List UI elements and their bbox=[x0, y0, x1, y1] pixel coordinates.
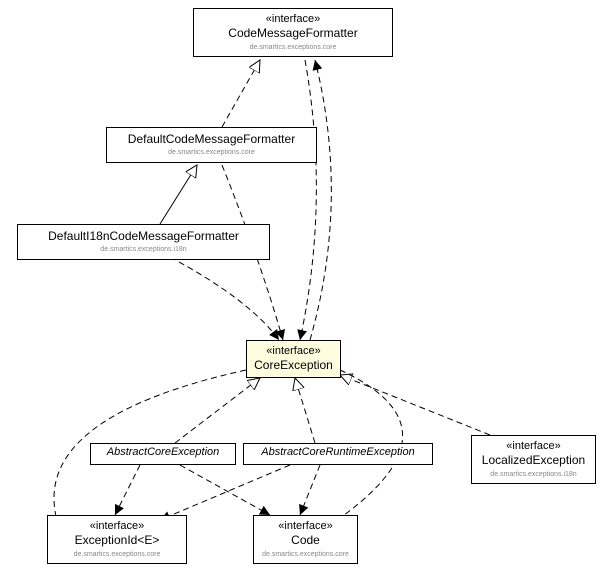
class-codemessageformatter[interactable]: «interface» CodeMessageFormatter de.smar… bbox=[193, 8, 393, 57]
class-name: CoreException bbox=[253, 358, 334, 372]
class-coreexception[interactable]: «interface» CoreException bbox=[246, 340, 341, 378]
class-name: ExceptionId<E> bbox=[54, 533, 180, 547]
package-name: de.smartics.exceptions.i18n bbox=[478, 471, 589, 479]
class-code[interactable]: «interface» Code de.smartics.exceptions.… bbox=[253, 515, 358, 564]
package-name: de.smartics.exceptions.core bbox=[54, 551, 180, 559]
package-name: de.smartics.exceptions.core bbox=[113, 149, 310, 157]
class-name: AbstractCoreRuntimeException bbox=[246, 446, 430, 459]
stereotype: «interface» bbox=[260, 520, 351, 533]
class-defaulti18ncodemessageformatter[interactable]: DefaultI18nCodeMessageFormatter de.smart… bbox=[17, 224, 270, 260]
class-abstractcoreexception[interactable]: AbstractCoreException bbox=[90, 443, 236, 465]
class-name: DefaultI18nCodeMessageFormatter bbox=[24, 229, 263, 243]
stereotype: «interface» bbox=[54, 520, 180, 533]
class-defaultcodemessageformatter[interactable]: DefaultCodeMessageFormatter de.smartics.… bbox=[106, 127, 317, 163]
class-name: AbstractCoreException bbox=[93, 446, 233, 459]
stereotype: «interface» bbox=[200, 13, 386, 26]
class-name: Code bbox=[260, 533, 351, 547]
stereotype: «interface» bbox=[478, 440, 589, 453]
package-name: de.smartics.exceptions.i18n bbox=[24, 246, 263, 254]
class-abstractcoreruntimeexception[interactable]: AbstractCoreRuntimeException bbox=[243, 443, 433, 465]
class-name: DefaultCodeMessageFormatter bbox=[113, 132, 310, 146]
class-localizedexception[interactable]: «interface» LocalizedException de.smarti… bbox=[471, 435, 596, 484]
class-name: CodeMessageFormatter bbox=[200, 26, 386, 40]
class-exceptionid[interactable]: «interface» ExceptionId<E> de.smartics.e… bbox=[47, 515, 187, 564]
package-name: de.smartics.exceptions.core bbox=[260, 551, 351, 559]
package-name: de.smartics.exceptions.core bbox=[200, 44, 386, 52]
class-name: LocalizedException bbox=[478, 453, 589, 467]
stereotype: «interface» bbox=[253, 345, 334, 358]
